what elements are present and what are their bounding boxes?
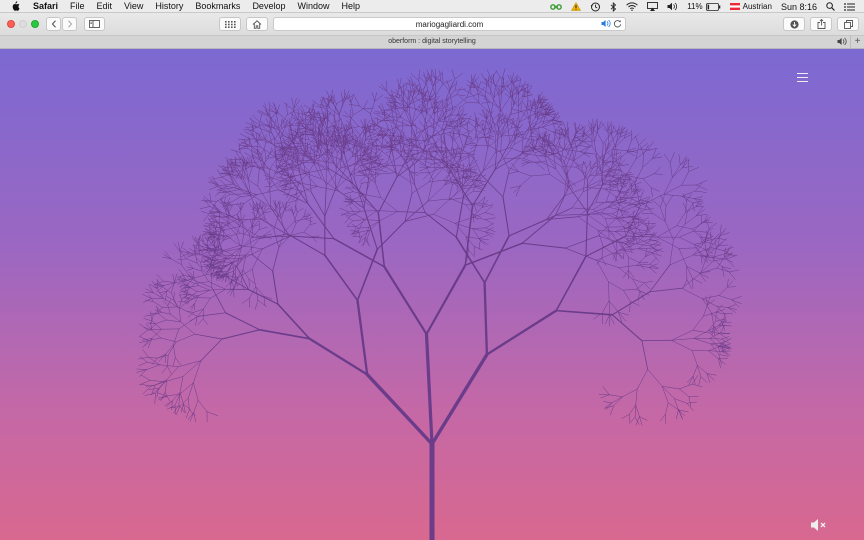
address-audio-icon[interactable]	[601, 19, 611, 30]
time-machine-icon[interactable]	[590, 2, 601, 12]
reload-icon[interactable]	[613, 19, 622, 30]
chevron-right-icon	[67, 20, 72, 28]
new-tab-button[interactable]: +	[850, 36, 864, 48]
menu-app-name[interactable]: Safari	[33, 1, 58, 11]
wifi-icon[interactable]	[626, 2, 638, 11]
menu-window[interactable]: Window	[297, 1, 329, 11]
apple-menu-icon[interactable]	[11, 1, 23, 11]
menu-view[interactable]: View	[124, 1, 143, 11]
back-button[interactable]	[46, 17, 61, 31]
menubar-clock[interactable]: Sun 8:16	[781, 2, 817, 12]
sidebar-icon	[89, 20, 100, 28]
status-area: 11% Austrian Sun 8:16	[550, 0, 864, 13]
share-icon	[817, 19, 825, 29]
address-url: mariogagliardi.com	[415, 19, 484, 29]
sidebar-toggle-button[interactable]	[84, 17, 105, 31]
bluetooth-icon[interactable]	[610, 1, 617, 12]
active-tab-title[interactable]: oberform : digital storytelling	[0, 38, 864, 45]
page-content	[0, 49, 864, 540]
menu-develop[interactable]: Develop	[252, 1, 285, 11]
tab-audio-icon[interactable]	[837, 37, 847, 48]
top-sites-button[interactable]	[219, 17, 241, 31]
browser-toolbar: mariogagliardi.com	[0, 13, 864, 36]
downloads-button[interactable]	[783, 17, 805, 31]
battery-icon[interactable]	[705, 2, 721, 11]
hamburger-menu-icon[interactable]	[797, 73, 808, 83]
austrian-flag-icon[interactable]	[729, 3, 740, 10]
home-icon	[252, 19, 262, 29]
volume-icon[interactable]	[667, 2, 678, 11]
airplay-icon[interactable]	[647, 2, 659, 11]
forward-button[interactable]	[62, 17, 77, 31]
menu-history[interactable]: History	[155, 1, 183, 11]
battery-percent[interactable]: 11%	[687, 2, 702, 11]
menu-help[interactable]: Help	[341, 1, 360, 11]
menu-edit[interactable]: Edit	[97, 1, 113, 11]
home-button[interactable]	[246, 17, 268, 31]
menu-file[interactable]: File	[70, 1, 85, 11]
close-window-button[interactable]	[7, 20, 15, 28]
fractal-tree-illustration	[136, 68, 742, 540]
tab-bar: oberform : digital storytelling +	[0, 36, 864, 49]
notification-center-icon[interactable]	[844, 2, 855, 11]
tabs-icon	[843, 19, 853, 29]
input-source-label[interactable]: Austrian	[743, 2, 772, 11]
chevron-left-icon	[51, 20, 56, 28]
link-extension-icon[interactable]	[550, 3, 563, 11]
warning-icon[interactable]	[571, 2, 582, 11]
address-bar[interactable]: mariogagliardi.com	[273, 17, 626, 31]
menu-bar: Safari File Edit View History Bookmarks …	[0, 0, 864, 13]
share-button[interactable]	[810, 17, 832, 31]
menu-bookmarks[interactable]: Bookmarks	[195, 1, 240, 11]
spotlight-search-icon[interactable]	[826, 2, 835, 11]
download-icon	[789, 19, 799, 29]
sound-muted-icon[interactable]	[810, 518, 828, 537]
zoom-window-button[interactable]	[31, 20, 39, 28]
minimize-window-button[interactable]	[19, 20, 27, 28]
tabs-overview-button[interactable]	[837, 17, 859, 31]
grid-icon	[224, 20, 236, 28]
